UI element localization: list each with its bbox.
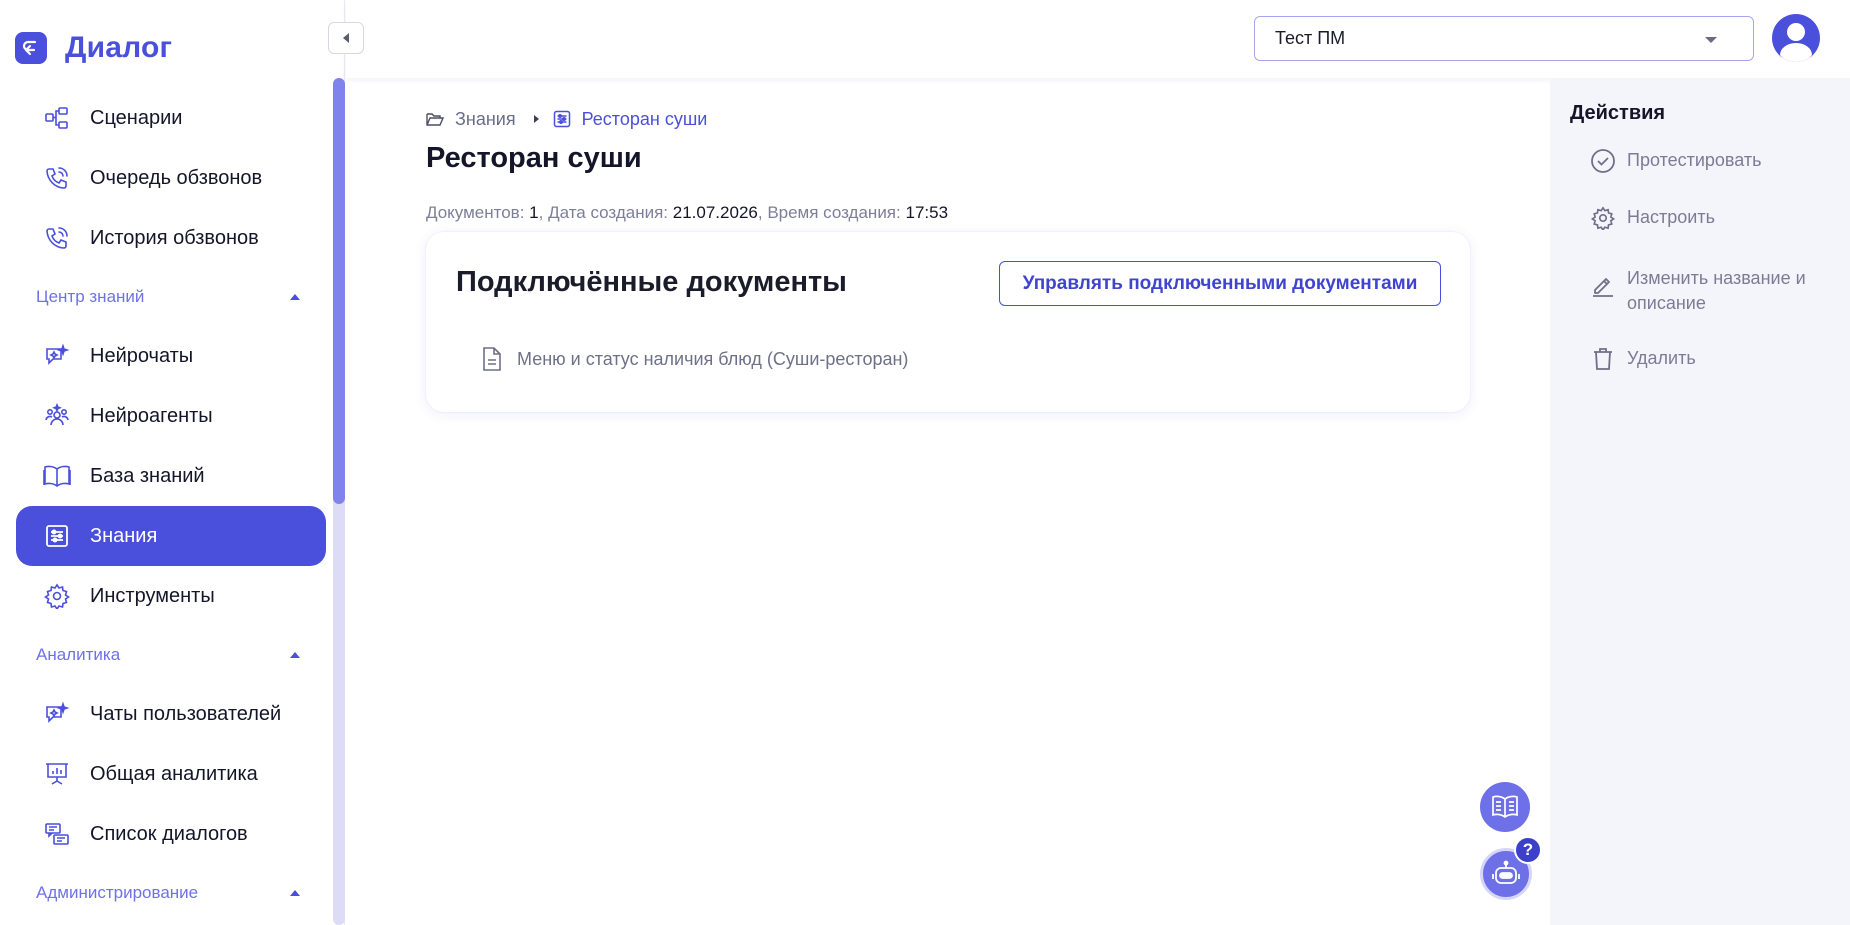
phone-icon	[42, 163, 72, 193]
sidebar-item-call-history[interactable]: История обзвонов	[16, 208, 326, 268]
sidebar-item-neuroagents[interactable]: Нейроагенты	[16, 386, 326, 446]
created-time-label: Время создания:	[767, 203, 901, 222]
gear-icon	[42, 581, 72, 611]
section-analytics[interactable]: Аналитика	[16, 626, 326, 684]
topbar: Тест ПМ	[346, 0, 1850, 78]
logo-icon	[15, 32, 47, 64]
book-icon	[42, 461, 72, 491]
sidebar-item-label: Нейрочаты	[90, 344, 194, 367]
breadcrumb-current: Ресторан суши	[553, 109, 707, 130]
dialog-list-icon	[42, 819, 72, 849]
agents-icon	[42, 401, 72, 431]
page-meta: Документов: 1, Дата создания: 21.07.2026…	[426, 203, 949, 222]
help-badge[interactable]: ?	[1514, 836, 1542, 864]
page-title: Ресторан суши	[426, 142, 642, 174]
actions-panel: Действия Протестировать Настроить Измени…	[1550, 78, 1850, 925]
test-action[interactable]: Протестировать	[1590, 148, 1827, 174]
sidebar-item-knowledge[interactable]: Знания	[16, 506, 326, 566]
project-select[interactable]: Тест ПМ	[1254, 16, 1754, 61]
sidebar-item-label: Знания	[90, 524, 158, 547]
trash-icon	[1590, 346, 1616, 372]
connected-documents-card: Подключённые документы Управлять подключ…	[426, 232, 1470, 412]
sidebar-item-label: База знаний	[90, 464, 205, 487]
scenarios-icon	[42, 103, 72, 133]
project-select-value: Тест ПМ	[1275, 28, 1346, 48]
sidebar-item-call-queue[interactable]: Очередь обзвонов	[16, 148, 326, 208]
sidebar-item-label: Общая аналитика	[90, 762, 258, 785]
sidebar-item-label: Нейроагенты	[90, 404, 213, 427]
brand-logo[interactable]: Диалог	[15, 31, 172, 65]
sparkle-chat-icon	[42, 699, 72, 729]
sidebar: Диалог Сценарии Очередь обзвонов История…	[0, 0, 345, 925]
sidebar-item-label: Очередь обзвонов	[90, 166, 263, 189]
chevron-up-icon	[290, 294, 300, 300]
action-label: Изменить название и описание	[1627, 268, 1806, 313]
manage-documents-button[interactable]: Управлять подключенными документами	[999, 261, 1441, 306]
sidebar-item-dialog-list[interactable]: Список диалогов	[16, 804, 326, 864]
sliders-doc-icon	[553, 110, 570, 128]
rename-action[interactable]: Изменить название и описание	[1590, 266, 1827, 316]
sidebar-item-tools[interactable]: Инструменты	[16, 566, 326, 626]
section-label: Аналитика	[36, 645, 121, 664]
docs-count-value: 1	[529, 203, 539, 222]
open-book-icon	[1492, 795, 1518, 819]
sidebar-nav: Сценарии Очередь обзвонов История обзвон…	[16, 88, 326, 922]
check-circle-icon	[1590, 148, 1616, 174]
brand-name: Диалог	[65, 31, 173, 64]
action-label: Настроить	[1627, 207, 1715, 227]
section-label: Администрирование	[36, 883, 199, 902]
action-label: Удалить	[1627, 348, 1696, 368]
action-label: Протестировать	[1627, 150, 1762, 170]
docs-count-label: Документов:	[426, 203, 525, 222]
configure-action[interactable]: Настроить	[1590, 205, 1827, 231]
chevron-left-icon	[343, 33, 349, 43]
sidebar-item-label: Сценарии	[90, 106, 183, 129]
sidebar-item-general-analytics[interactable]: Общая аналитика	[16, 744, 326, 804]
sidebar-item-label: Чаты пользователей	[90, 702, 282, 725]
breadcrumb: Знания Ресторан суши	[426, 108, 707, 130]
breadcrumb-knowledge[interactable]: Знания	[426, 109, 516, 130]
created-date-label: Дата создания:	[548, 203, 669, 222]
pencil-icon	[1590, 272, 1616, 298]
sidebar-item-scenarios[interactable]: Сценарии	[16, 88, 326, 148]
chart-board-icon	[42, 759, 72, 789]
actions-title: Действия	[1570, 102, 1666, 124]
sidebar-item-user-chats[interactable]: Чаты пользователей	[16, 684, 326, 744]
card-title: Подключённые документы	[456, 266, 847, 298]
folder-open-icon	[426, 113, 444, 126]
chevron-up-icon	[290, 652, 300, 658]
sidebar-item-knowledge-base[interactable]: База знаний	[16, 446, 326, 506]
document-name: Меню и статус наличия блюд (Суши-рестора…	[517, 348, 909, 369]
document-list-item[interactable]: Меню и статус наличия блюд (Суши-рестора…	[481, 346, 908, 372]
sidebar-scrollbar-thumb[interactable]	[333, 78, 345, 504]
avatar[interactable]	[1772, 14, 1820, 62]
section-administration[interactable]: Администрирование	[16, 864, 326, 922]
robot-icon	[1492, 860, 1520, 884]
sliders-doc-icon	[42, 521, 72, 551]
sidebar-item-label: История обзвонов	[90, 226, 259, 249]
created-date-value: 21.07.2026	[672, 203, 758, 222]
collapse-sidebar-button[interactable]	[328, 22, 364, 54]
sidebar-item-neurochats[interactable]: Нейрочаты	[16, 326, 326, 386]
section-knowledge-center[interactable]: Центр знаний	[16, 268, 326, 326]
document-icon	[483, 347, 501, 371]
delete-action[interactable]: Удалить	[1590, 346, 1827, 372]
chevron-up-icon	[290, 890, 300, 896]
sidebar-item-label: Инструменты	[90, 584, 215, 607]
user-icon	[1780, 23, 1812, 62]
chevron-down-icon	[1705, 37, 1717, 43]
phone-icon	[42, 223, 72, 253]
sidebar-item-label: Список диалогов	[90, 822, 248, 845]
docs-floating-button[interactable]	[1480, 782, 1530, 832]
breadcrumb-separator-icon	[533, 115, 539, 123]
section-label: Центр знаний	[36, 287, 145, 306]
created-time-value: 17:53	[905, 203, 949, 222]
sparkle-chat-icon	[42, 341, 72, 371]
gear-icon	[1590, 205, 1616, 231]
